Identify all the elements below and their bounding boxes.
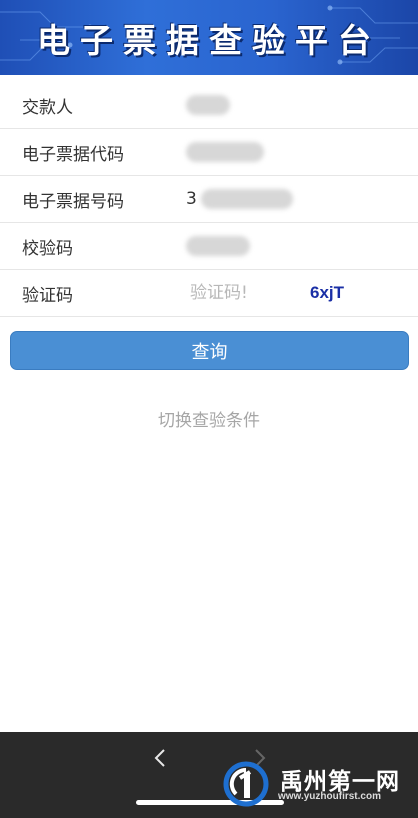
field-row-bill-code[interactable]: 电子票据代码 <box>0 129 418 176</box>
field-label-bill-number: 电子票据号码 <box>22 191 124 212</box>
field-row-bill-number[interactable]: 电子票据号码 3 <box>0 176 418 223</box>
redacted-blur <box>186 142 264 162</box>
field-row-payer[interactable]: 交款人 <box>0 82 418 129</box>
field-label-check-code: 校验码 <box>22 238 73 259</box>
chevron-left-icon[interactable] <box>150 746 170 770</box>
field-value-check-code[interactable] <box>186 236 250 256</box>
field-value-bill-code[interactable] <box>186 142 264 162</box>
field-label-bill-code: 电子票据代码 <box>22 144 124 165</box>
query-button[interactable]: 查询 <box>10 331 409 370</box>
site-logo-icon <box>223 761 269 807</box>
redacted-blur <box>186 236 250 256</box>
watermark-url: www.yuzhoufirst.com <box>278 791 381 802</box>
field-label-captcha: 验证码 <box>22 285 73 306</box>
captcha-input[interactable] <box>190 283 290 303</box>
field-value-bill-number-text: 3 <box>186 189 197 209</box>
header-banner: 电子票据查验平台 <box>0 0 418 75</box>
field-label-payer: 交款人 <box>22 97 73 118</box>
field-value-bill-number[interactable]: 3 <box>186 189 293 209</box>
switch-condition-link[interactable]: 切换查验条件 <box>0 406 418 431</box>
query-form: 交款人 电子票据代码 电子票据号码 3 校验码 验证码 6xjT <box>0 82 418 317</box>
field-row-captcha: 验证码 6xjT <box>0 270 418 317</box>
page-title: 电子票据查验平台 <box>37 20 381 60</box>
redacted-blur <box>186 95 230 115</box>
field-row-check-code[interactable]: 校验码 <box>0 223 418 270</box>
watermark: 禹州第一网 www.yuzhoufirst.com <box>222 760 418 808</box>
captcha-code-image[interactable]: 6xjT <box>310 283 344 303</box>
redacted-blur <box>200 189 293 209</box>
field-value-payer[interactable] <box>186 95 230 115</box>
